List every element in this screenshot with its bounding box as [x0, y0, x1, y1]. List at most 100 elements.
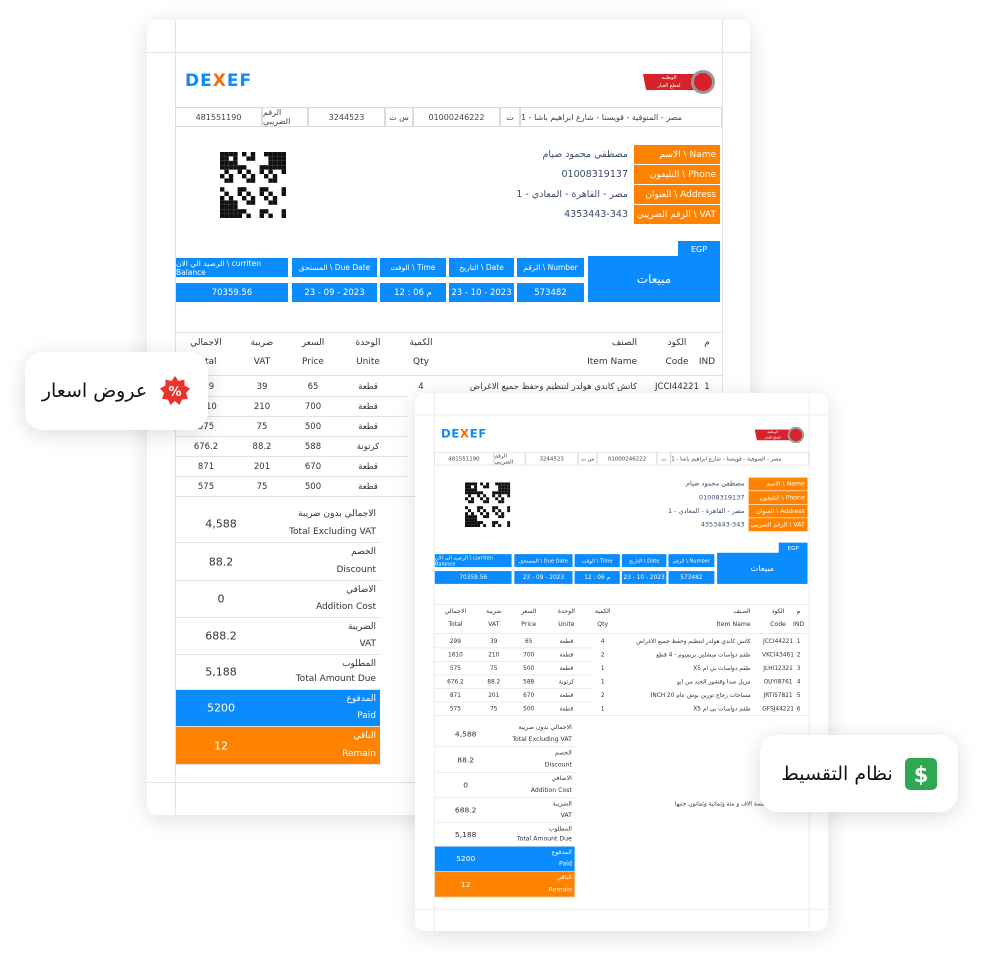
table-cell: JRTI57821	[763, 692, 793, 700]
meta-label: الوقت \ Time	[574, 554, 620, 567]
table-cell: JCCI44221	[763, 638, 794, 645]
meta-label: التاريخ \ Date	[449, 258, 514, 277]
total-value: 4,588	[205, 517, 237, 530]
column-header-ar: الوحدة	[355, 338, 381, 348]
column-header-ar: الكمية	[409, 338, 433, 348]
column-header-ar: الكود	[771, 608, 785, 616]
table-cell: 201	[488, 692, 500, 700]
info-cr-label: س ت	[578, 451, 598, 466]
table-cell: 871	[449, 692, 461, 700]
meta-label: الرصيد الي الان \ curriten Balance	[434, 554, 512, 567]
info-tax: 481551190	[434, 451, 494, 466]
info-phone: 01000246222	[413, 107, 500, 127]
partner-logo: الوطنية لقطع الغيار	[643, 68, 717, 98]
total-label-en: Remain	[548, 886, 572, 894]
total-value: 0	[217, 592, 225, 606]
table-cell: قطعة	[559, 651, 574, 659]
column-header-en: Item Name	[587, 357, 637, 367]
meta-label: الرقم \ Number	[517, 258, 584, 277]
customer-value: مصطفي محمود صيام	[542, 149, 628, 160]
customer-label: العنوان \ Address	[634, 185, 720, 205]
total-value: 12	[460, 879, 471, 889]
column-header-en: VAT	[253, 357, 271, 367]
meta-value: 23 - 09 - 2023	[514, 571, 573, 584]
total-label-en: Discount	[336, 565, 376, 575]
total-label-ar: الاضافي	[551, 775, 572, 783]
table-cell: كرتونة	[558, 678, 575, 686]
table-cell: 2	[600, 692, 605, 700]
table-cell: 1610	[447, 651, 463, 659]
total-value: 0	[463, 780, 469, 790]
column-header-ar: الصنف	[611, 338, 637, 348]
total-row: 88.2 الخصم Discount	[176, 543, 380, 581]
svg-text:%: %	[169, 385, 182, 400]
qr-code	[465, 482, 511, 528]
column-header-ar: الكود	[667, 338, 687, 348]
total-value: 88.2	[457, 755, 475, 764]
customer-label: الرقم الضريبي \ VAT	[748, 518, 808, 532]
amount-in-words: جي خمسة الاف و مئة وثمانية وثمانون جنيها	[674, 800, 780, 808]
total-label-en: Total Excluding VAT	[512, 736, 572, 744]
info-address: مصر - المنوفية - قويسنا - شارع ابراهيم ب…	[520, 107, 722, 127]
total-label-en: Paid	[357, 711, 376, 721]
currency-tab: EGP	[678, 241, 720, 257]
total-value: 4,588	[454, 729, 477, 739]
customer-label: الاسم \ Name	[634, 145, 720, 165]
total-row: 5200 المدفوع Paid	[434, 846, 575, 872]
total-value: 688.2	[454, 805, 477, 815]
table-cell: قطعة	[559, 705, 574, 713]
column-header-ar: الكمية	[594, 608, 611, 616]
customer-label: الرقم الضريبي \ VAT	[634, 205, 720, 225]
total-label-ar: الاجمالي بدون ضريبة	[518, 724, 572, 731]
table-cell: 75	[256, 482, 268, 492]
column-header-ar: ضريبة	[486, 608, 502, 616]
total-label-en: Discount	[544, 761, 572, 769]
total-label-en: Total Amount Due	[295, 674, 376, 684]
total-row: 0 الاضافي Addition Cost	[176, 581, 380, 618]
total-value: 5,188	[454, 830, 477, 839]
column-header-ar: السعر	[301, 338, 325, 348]
total-row: 0 الاضافي Addition Cost	[434, 772, 575, 798]
column-header-en: VAT	[488, 621, 500, 628]
table-cell: قطعة	[358, 482, 378, 492]
total-row: 12 الباقي Remain	[434, 871, 575, 898]
column-header-en: Qty	[413, 357, 429, 367]
doc-type: مبيعات	[588, 256, 720, 302]
column-header-en: Price	[302, 357, 324, 367]
column-header-ar: الاجمالي	[190, 338, 222, 348]
table-cell: قطعة	[358, 402, 378, 412]
table-cell: 88.2	[487, 678, 501, 686]
info-phone-label: ت	[656, 451, 671, 466]
total-label-ar: المدفوع	[551, 849, 572, 857]
column-header-en: Unite	[356, 357, 380, 367]
quotes-badge-label: عروض اسعار	[41, 380, 148, 402]
info-address: مصر - المنوفية - قويسنا - شارع ابراهيم ب…	[670, 451, 809, 466]
dollar-icon: $	[904, 757, 937, 790]
customer-value: 01008319137	[698, 493, 745, 502]
total-label-ar: الباقي	[556, 874, 572, 882]
total-row: 5,188 المطلوب Total Amount Due	[176, 655, 380, 690]
meta-label: التاريخ \ Date	[621, 554, 667, 567]
meta-value: 70359.56	[176, 283, 288, 302]
customer-value: مصر - القاهرة - المعادي - 1	[516, 189, 628, 200]
total-row: 4,588 الاجمالي بدون ضريبة Total Excludin…	[176, 505, 380, 543]
meta-value: 23 - 10 - 2023	[621, 571, 667, 584]
table-cell: 39	[490, 638, 498, 645]
table-cell: كرتونة	[356, 442, 380, 452]
total-row: 5200 المدفوع Paid	[176, 690, 380, 727]
partner-logo: الوطنية لقطع الغيار	[754, 425, 806, 445]
info-tax-label: الرقم الضريبي	[262, 107, 308, 127]
customer-label: التليفون \ Phone	[748, 491, 808, 505]
total-label-en: Remain	[342, 749, 376, 759]
column-header-en: Code	[665, 357, 689, 367]
table-cell: 75	[256, 422, 268, 432]
total-value: 88.2	[208, 555, 234, 568]
customer-label: الاسم \ Name	[748, 477, 808, 492]
table-cell: GFSJ44221	[762, 705, 794, 713]
total-row: 4,588 الاجمالي بدون ضريبة Total Excludin…	[434, 721, 575, 748]
qr-code	[220, 152, 286, 218]
meta-value: 70359.56	[434, 571, 512, 584]
info-tax: 481551190	[175, 107, 262, 127]
total-label-en: Addition Cost	[530, 787, 572, 794]
column-header-ar: ضريبة	[250, 338, 274, 348]
